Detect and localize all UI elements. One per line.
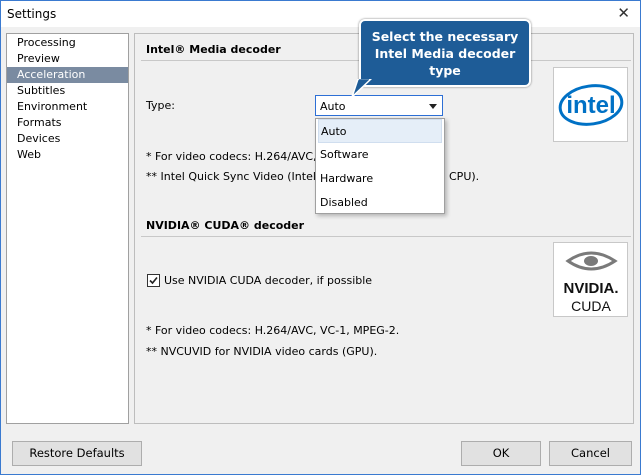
nav-item-subtitles[interactable]: Subtitles [7, 83, 128, 99]
callout-line-3: type [429, 63, 461, 78]
nvidia-cuda-logo: NVIDIA. CUDA [553, 242, 628, 317]
option-disabled[interactable]: Disabled [316, 191, 444, 215]
intel-note-quicksync-tail: CPU). [449, 170, 480, 183]
nav-item-web[interactable]: Web [7, 147, 128, 163]
settings-window: Settings ✕ Processing Preview Accelerati… [0, 0, 641, 475]
settings-nav: Processing Preview Acceleration Subtitle… [6, 33, 129, 424]
intel-type-value: Auto [320, 100, 346, 113]
option-auto[interactable]: Auto [318, 119, 442, 143]
nvidia-divider [141, 236, 631, 237]
nvidia-cuda-checkbox-label[interactable]: Use NVIDIA CUDA decoder, if possible [164, 274, 372, 287]
intel-section-title: Intel® Media decoder [146, 43, 281, 56]
nvidia-section-title: NVIDIA® CUDA® decoder [146, 219, 305, 232]
window-title: Settings [7, 7, 57, 21]
acceleration-panel: Intel® Media decoder intel Type: Auto Au… [134, 33, 634, 424]
intel-logo-text: intel [566, 92, 615, 119]
intel-note-quicksync: ** Intel Quick Sync Video (Intel iGP [146, 170, 338, 183]
nvidia-note-nvcuvid: ** NVCUVID for NVIDIA video cards (GPU). [146, 345, 378, 358]
option-software[interactable]: Software [316, 143, 444, 167]
callout-line-1: Select the necessary [371, 29, 519, 44]
callout-pointer [351, 79, 372, 98]
checkmark-icon [149, 276, 158, 285]
chevron-down-icon [429, 104, 437, 109]
nvidia-logo-brand: NVIDIA. [563, 280, 618, 297]
nav-item-processing[interactable]: Processing [7, 35, 128, 51]
dialog-footer: Restore Defaults OK Cancel [1, 429, 640, 474]
intel-note-codecs: * For video codecs: H.264/AVC, V [146, 150, 328, 163]
callout-line-2: Intel Media decoder [374, 46, 516, 61]
close-icon[interactable]: ✕ [617, 4, 630, 22]
intel-type-dropdown: Auto Software Hardware Disabled [315, 118, 445, 214]
callout-tooltip: Select the necessary Intel Media decoder… [359, 19, 531, 87]
option-hardware[interactable]: Hardware [316, 167, 444, 191]
nvidia-cuda-checkbox[interactable] [147, 274, 160, 287]
nav-item-devices[interactable]: Devices [7, 131, 128, 147]
type-label: Type: [146, 99, 175, 112]
intel-logo: intel [553, 67, 628, 142]
restore-defaults-button[interactable]: Restore Defaults [12, 441, 142, 466]
nav-item-formats[interactable]: Formats [7, 115, 128, 131]
title-bar: Settings ✕ [1, 1, 640, 27]
cuda-logo-text: CUDA [571, 298, 611, 314]
nav-item-environment[interactable]: Environment [7, 99, 128, 115]
nav-item-acceleration[interactable]: Acceleration [7, 67, 128, 83]
nav-item-preview[interactable]: Preview [7, 51, 128, 67]
cancel-button[interactable]: Cancel [549, 441, 632, 466]
nvidia-note-codecs: * For video codecs: H.264/AVC, VC-1, MPE… [146, 324, 400, 337]
intel-type-select[interactable]: Auto [315, 95, 443, 116]
ok-button[interactable]: OK [461, 441, 541, 466]
